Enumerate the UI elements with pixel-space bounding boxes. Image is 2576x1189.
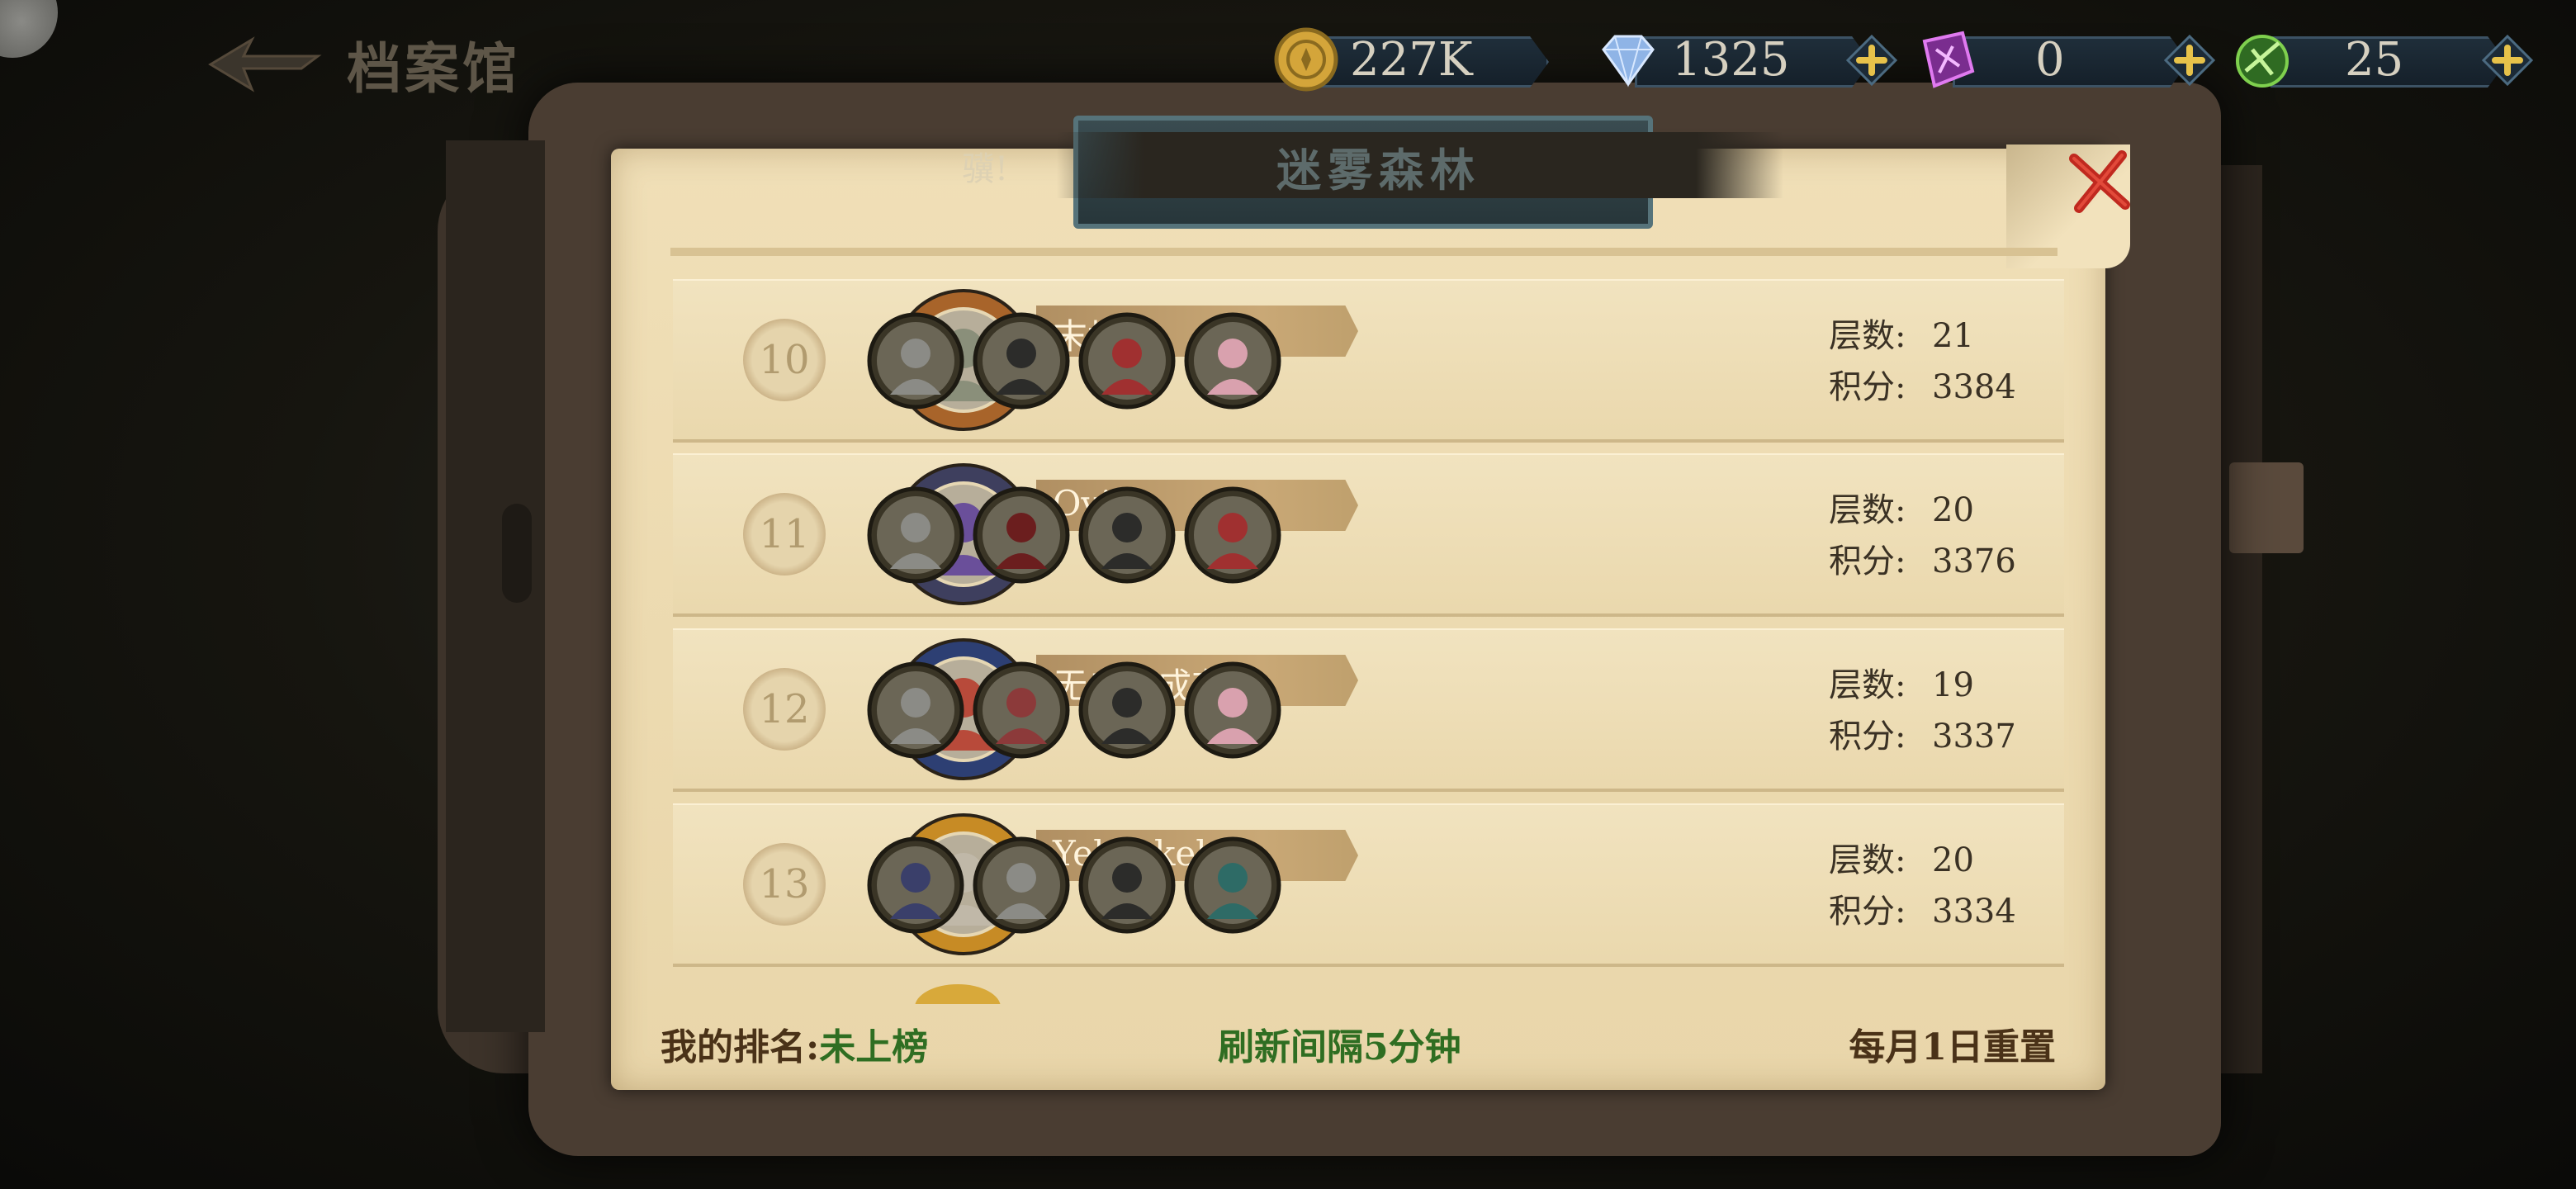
- currency-value: 1325: [1672, 33, 1790, 87]
- my-rank-value: 未上榜: [819, 1026, 929, 1068]
- green-token-icon: [2236, 35, 2289, 88]
- rank-badge: 10: [743, 319, 826, 401]
- team-character-avatar: [1078, 486, 1176, 584]
- rank-badge: 12: [743, 668, 826, 751]
- score-value: 3384: [1932, 368, 2016, 406]
- diamond-icon: [1602, 35, 1655, 88]
- floors-label: 层数:: [1829, 666, 1906, 704]
- team-character-avatar: [973, 661, 1070, 759]
- rank-number: 11: [759, 511, 810, 557]
- player-stats: 层数: 21 积分: 3384: [1829, 310, 2016, 413]
- team-character-avatar: [973, 312, 1070, 410]
- gold-coin-icon: [1274, 27, 1338, 92]
- currency-value: 227K: [1350, 33, 1473, 87]
- panel-title: 迷雾森林: [1276, 144, 1481, 197]
- team-character-avatar: [867, 486, 964, 584]
- rank-number: 13: [759, 861, 810, 907]
- currency-purple: 0: [1911, 25, 2215, 96]
- my-rank-label: 我的排名:: [661, 1026, 820, 1068]
- leaderboard-row[interactable]: 12 无自天成有: [673, 630, 2064, 789]
- leaderboard-row[interactable]: 13 Yehezkel: [673, 805, 2064, 964]
- team-character-avatar: [1184, 836, 1281, 934]
- floors-label: 层数:: [1829, 491, 1906, 529]
- marquee-text: 骥!: [962, 150, 1009, 188]
- score-label: 积分:: [1829, 893, 1906, 931]
- rank-number: 12: [759, 686, 810, 732]
- player-stats: 层数: 19 积分: 3337: [1829, 660, 2016, 762]
- currency-green: 25: [2229, 25, 2533, 96]
- floors-label: 层数:: [1829, 317, 1906, 355]
- rank-badge: 13: [743, 843, 826, 926]
- refresh-interval: 刷新间隔5分钟: [1218, 1026, 1461, 1068]
- next-row-avatar-peek: [915, 984, 1001, 1004]
- currency-diamond: 1325: [1593, 25, 1897, 96]
- team-character-avatar: [973, 836, 1070, 934]
- floors-value: 20: [1932, 841, 1974, 879]
- team-character-avatar: [1078, 836, 1176, 934]
- team-character-avatar: [867, 312, 964, 410]
- team-character-avatar: [867, 661, 964, 759]
- rank-number: 10: [759, 337, 810, 383]
- leaderboard-row[interactable]: 10 末世者: [673, 281, 2064, 439]
- reset-schedule: 每月1日重置: [1849, 1026, 2056, 1068]
- menu-corner-button[interactable]: [0, 0, 58, 58]
- team-character-avatar: [1184, 312, 1281, 410]
- back-arrow-icon[interactable]: [194, 31, 334, 97]
- purple-crystal-icon: [1922, 31, 1975, 88]
- score-label: 积分:: [1829, 542, 1906, 580]
- add-diamond-button[interactable]: [1846, 35, 1897, 86]
- floors-value: 19: [1932, 666, 1974, 704]
- my-rank: 我的排名:未上榜: [661, 1017, 928, 1070]
- close-button[interactable]: [2064, 147, 2135, 218]
- leaderboard-row[interactable]: 11 Ovie: [673, 455, 2064, 613]
- book-slot: [502, 504, 532, 603]
- score-value: 3376: [1932, 542, 2016, 580]
- currency-coin: 227K: [1271, 25, 1560, 96]
- list-top-divider: [670, 248, 2057, 256]
- team-character-avatar: [867, 836, 964, 934]
- floors-value: 21: [1932, 317, 1974, 355]
- team-character-avatar: [973, 486, 1070, 584]
- score-value: 3334: [1932, 893, 2016, 931]
- score-label: 积分:: [1829, 718, 1906, 756]
- floors-value: 20: [1932, 491, 1974, 529]
- add-purple-button[interactable]: [2164, 35, 2215, 86]
- team-character-avatar: [1184, 486, 1281, 584]
- team-character-avatar: [1078, 661, 1176, 759]
- floors-label: 层数:: [1829, 841, 1906, 879]
- rank-badge: 11: [743, 493, 826, 576]
- book-side-tab: [2229, 462, 2304, 553]
- leaderboard-footer: 我的排名:未上榜 刷新间隔5分钟 每月1日重置: [661, 1017, 2056, 1070]
- team-character-avatar: [1078, 312, 1176, 410]
- team-character-avatar: [1184, 661, 1281, 759]
- page-title: 档案馆: [347, 36, 520, 101]
- score-label: 积分:: [1829, 368, 1906, 406]
- add-green-button[interactable]: [2482, 35, 2533, 86]
- player-stats: 层数: 20 积分: 3376: [1829, 485, 2016, 587]
- score-value: 3337: [1932, 718, 2016, 756]
- player-stats: 层数: 20 积分: 3334: [1829, 835, 2016, 937]
